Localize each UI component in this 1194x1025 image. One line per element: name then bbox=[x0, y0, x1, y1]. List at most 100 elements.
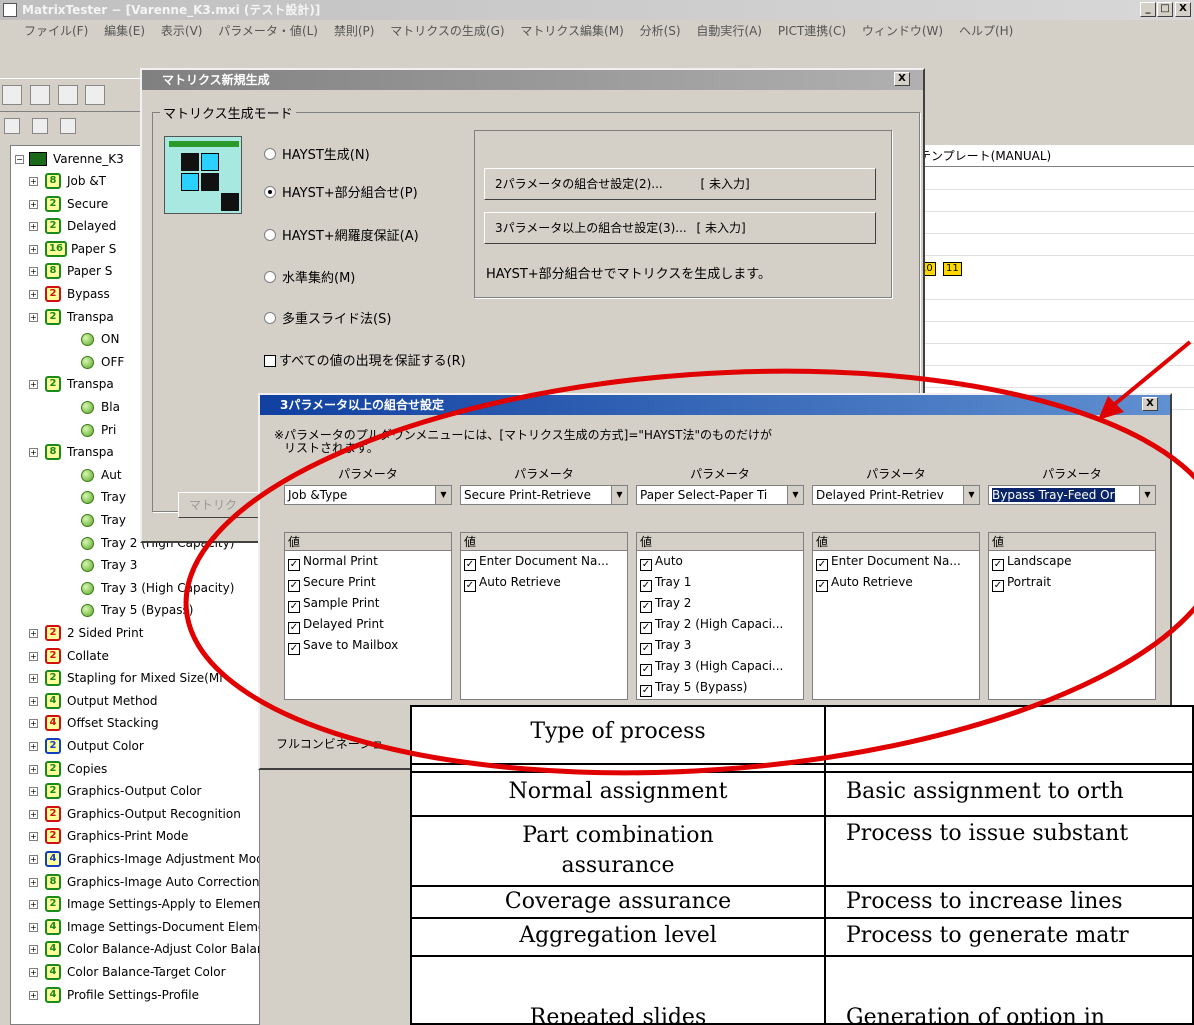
value-checkbox-item[interactable]: ✓ Portrait bbox=[989, 572, 1155, 593]
checkbox-checked-icon[interactable]: ✓ bbox=[288, 643, 300, 655]
checkbox-checked-icon[interactable]: ✓ bbox=[640, 601, 652, 613]
expand-icon[interactable]: + bbox=[29, 199, 38, 209]
value-checkbox-item[interactable]: ✓ Normal Print bbox=[285, 551, 451, 572]
expand-icon[interactable]: + bbox=[29, 696, 38, 706]
menu-file[interactable]: ファイル(F) bbox=[24, 24, 88, 38]
menu-view[interactable]: 表示(V) bbox=[161, 24, 203, 38]
expand-icon[interactable]: + bbox=[29, 742, 38, 751]
parameter-dropdown[interactable]: Secure Print-Retrieve ▼ bbox=[460, 485, 628, 505]
dropdown-arrow-icon[interactable]: ▼ bbox=[611, 486, 627, 504]
menu-pict[interactable]: PICT連携(C) bbox=[778, 24, 846, 38]
checkbox-checked-icon[interactable]: ✓ bbox=[640, 559, 652, 571]
expand-icon[interactable]: + bbox=[29, 764, 38, 774]
value-checkbox-item[interactable]: ✓ Landscape bbox=[989, 551, 1155, 572]
checkbox-checked-icon[interactable]: ✓ bbox=[464, 559, 476, 571]
expand-icon[interactable]: + bbox=[29, 968, 38, 977]
checkbox-checked-icon[interactable]: ✓ bbox=[816, 559, 828, 571]
checkbox-checked-icon[interactable]: ✓ bbox=[640, 685, 652, 697]
menu-constraint[interactable]: 禁則(P) bbox=[334, 24, 375, 38]
tool-icon[interactable] bbox=[85, 85, 106, 105]
menu-window[interactable]: ウィンドウ(W) bbox=[862, 24, 943, 38]
value-checkbox-item[interactable]: ✓ Enter Document Na... bbox=[813, 551, 979, 572]
expand-icon[interactable]: + bbox=[29, 990, 38, 1000]
three-param-combination-button[interactable]: 3パラメータ以上の組合せ設定(3)... [ 未入力] bbox=[484, 212, 876, 244]
menu-analysis[interactable]: 分析(S) bbox=[640, 24, 681, 38]
expand-icon[interactable]: + bbox=[29, 267, 38, 277]
mode-radio-hayst-part[interactable]: HAYST+部分組合せ(P) bbox=[264, 182, 418, 201]
value-checkbox-item[interactable]: ✓ Tray 2 (High Capaci... bbox=[637, 614, 803, 635]
checkbox-checked-icon[interactable]: ✓ bbox=[640, 643, 652, 655]
expand-icon[interactable]: + bbox=[29, 629, 38, 638]
menu-parameter[interactable]: パラメータ・値(L) bbox=[218, 24, 318, 38]
value-checkbox-item[interactable]: ✓ Auto Retrieve bbox=[813, 572, 979, 593]
menu-generate[interactable]: マトリクスの生成(G) bbox=[390, 24, 504, 38]
value-checkbox-item[interactable]: ✓ Tray 3 bbox=[637, 635, 803, 656]
expand-icon[interactable]: + bbox=[29, 222, 38, 232]
checkbox-checked-icon[interactable]: ✓ bbox=[992, 559, 1004, 571]
checkbox-checked-icon[interactable]: ✓ bbox=[640, 622, 652, 634]
expand-icon[interactable]: + bbox=[29, 448, 38, 458]
value-checkbox-item[interactable]: ✓ Enter Document Na... bbox=[461, 551, 627, 572]
checkbox-checked-icon[interactable]: ✓ bbox=[288, 559, 300, 571]
expand-icon[interactable]: + bbox=[29, 809, 38, 819]
menu-auto-run[interactable]: 自動実行(A) bbox=[696, 24, 762, 38]
dialog-close-button[interactable]: X bbox=[894, 72, 910, 86]
expand-icon[interactable]: + bbox=[29, 674, 38, 684]
expand-icon[interactable]: + bbox=[29, 922, 38, 932]
checkbox-checked-icon[interactable]: ✓ bbox=[992, 580, 1004, 592]
expand-icon[interactable]: + bbox=[29, 900, 38, 910]
menu-edit[interactable]: 編集(E) bbox=[104, 24, 145, 38]
expand-icon[interactable]: + bbox=[29, 380, 38, 390]
mode-radio-hayst-coverage[interactable]: HAYST+網羅度保証(A) bbox=[264, 225, 419, 244]
mode-radio-hayst[interactable]: HAYST生成(N) bbox=[264, 144, 370, 163]
checkbox-checked-icon[interactable]: ✓ bbox=[640, 580, 652, 592]
value-checkbox-item[interactable]: ✓ Auto Retrieve bbox=[461, 572, 627, 593]
value-checkbox-item[interactable]: ✓ Tray 1 bbox=[637, 572, 803, 593]
close-button[interactable]: X bbox=[1175, 2, 1191, 17]
expand-icon[interactable]: + bbox=[29, 787, 38, 797]
mode-radio-level-aggregation[interactable]: 水準集約(M) bbox=[264, 267, 355, 286]
checkbox-checked-icon[interactable]: ✓ bbox=[288, 601, 300, 613]
expand-icon[interactable]: + bbox=[29, 244, 38, 254]
expand-icon[interactable]: + bbox=[29, 290, 38, 299]
expand-icon[interactable]: + bbox=[29, 177, 38, 186]
expand-icon[interactable]: + bbox=[29, 719, 38, 729]
value-checkbox-item[interactable]: ✓ Delayed Print bbox=[285, 614, 451, 635]
open-folder-icon[interactable] bbox=[29, 85, 50, 105]
expand-icon[interactable]: + bbox=[29, 877, 38, 887]
parameter-dropdown[interactable]: Delayed Print-Retriev ▼ bbox=[812, 485, 980, 505]
maximize-button[interactable]: □ bbox=[1157, 2, 1173, 17]
parameter-dropdown[interactable]: Bypass Tray-Feed Or ▼ bbox=[988, 485, 1156, 505]
parameter-dropdown[interactable]: Paper Select-Paper Ti ▼ bbox=[636, 485, 804, 505]
value-checkbox-item[interactable]: ✓ Sample Print bbox=[285, 593, 451, 614]
new-file-icon[interactable] bbox=[2, 85, 22, 105]
expand-icon[interactable]: + bbox=[29, 855, 38, 864]
checkbox-checked-icon[interactable]: ✓ bbox=[288, 622, 300, 634]
value-checkbox-item[interactable]: ✓ Auto bbox=[637, 551, 803, 572]
checkbox-checked-icon[interactable]: ✓ bbox=[288, 580, 300, 592]
value-checkbox-item[interactable]: ✓ Secure Print bbox=[285, 572, 451, 593]
value-checkbox-item[interactable]: ✓ Tray 2 bbox=[637, 593, 803, 614]
minimize-button[interactable]: _ bbox=[1140, 2, 1156, 17]
zoom-fit-icon[interactable] bbox=[59, 118, 76, 134]
expand-icon[interactable]: + bbox=[29, 832, 38, 842]
dropdown-arrow-icon[interactable]: ▼ bbox=[787, 486, 803, 504]
collapse-icon[interactable]: − bbox=[15, 155, 24, 164]
parameter-dropdown[interactable]: Job &Type ▼ bbox=[284, 485, 452, 505]
checkbox-checked-icon[interactable]: ✓ bbox=[464, 580, 476, 592]
expand-icon[interactable]: + bbox=[29, 312, 38, 322]
two-param-combination-button[interactable]: 2パラメータの組合せ設定(2)... [ 未入力] bbox=[484, 168, 876, 200]
menu-help[interactable]: ヘルプ(H) bbox=[959, 24, 1013, 38]
zoom-in-icon[interactable] bbox=[4, 118, 20, 134]
expand-icon[interactable]: + bbox=[29, 945, 38, 955]
checkbox-checked-icon[interactable]: ✓ bbox=[816, 580, 828, 592]
checkbox-checked-icon[interactable]: ✓ bbox=[640, 664, 652, 676]
value-checkbox-item[interactable]: ✓ Tray 5 (Bypass) bbox=[637, 677, 803, 698]
dropdown-arrow-icon[interactable]: ▼ bbox=[963, 486, 979, 504]
dropdown-arrow-icon[interactable]: ▼ bbox=[435, 486, 451, 504]
value-checkbox-item[interactable]: ✓ Tray 3 (High Capaci... bbox=[637, 656, 803, 677]
zoom-out-icon[interactable] bbox=[31, 118, 48, 134]
mode-radio-multi-slide[interactable]: 多重スライド法(S) bbox=[264, 308, 391, 327]
menu-matrix-edit[interactable]: マトリクス編集(M) bbox=[520, 24, 623, 38]
save-icon[interactable] bbox=[57, 85, 78, 105]
